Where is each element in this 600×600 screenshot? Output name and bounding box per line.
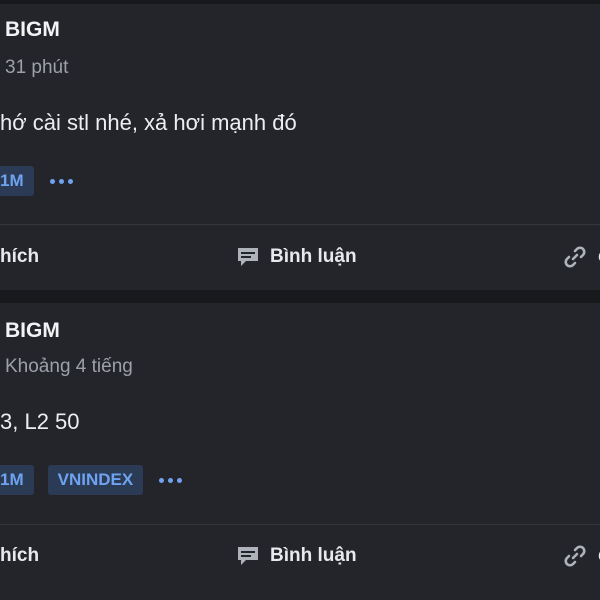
post-time[interactable]: 31 phút xyxy=(5,57,68,79)
author-name[interactable]: BIGM xyxy=(5,18,60,42)
post-time[interactable]: Khoảng 4 tiếng xyxy=(5,356,133,378)
comment-bubble-icon xyxy=(238,547,258,565)
share-button[interactable]: c xyxy=(562,238,600,276)
link-icon xyxy=(564,545,586,567)
comment-label: Bình luận xyxy=(270,246,357,267)
post-feed: BIGM 31 phút hớ cài stl nhé, xả hơi mạnh… xyxy=(0,0,600,600)
more-dots-icon[interactable] xyxy=(157,465,184,495)
like-button[interactable]: hích xyxy=(0,537,39,575)
tag-chip[interactable]: 1M xyxy=(0,166,34,196)
divider xyxy=(0,524,600,525)
tag-chip[interactable]: 1M xyxy=(0,465,34,495)
like-label: hích xyxy=(0,545,40,566)
divider xyxy=(0,224,600,225)
post-card: BIGM 31 phút hớ cài stl nhé, xả hơi mạnh… xyxy=(0,4,600,290)
author-name[interactable]: BIGM xyxy=(5,319,60,343)
comment-bubble-icon xyxy=(238,248,258,266)
more-dots-icon[interactable] xyxy=(48,166,75,196)
tag-chip[interactable]: VNINDEX xyxy=(47,465,144,495)
tag-list: 1M VNINDEX xyxy=(0,465,184,495)
like-label: hích xyxy=(0,246,40,267)
post-content: 3, L2 50 xyxy=(0,409,80,434)
tag-list: 1M xyxy=(0,166,75,196)
action-bar: hích Bình luận c xyxy=(0,537,600,575)
post-card: BIGM Khoảng 4 tiếng 3, L2 50 1M VNINDEX … xyxy=(0,303,600,600)
post-content: hớ cài stl nhé, xả hơi mạnh đó xyxy=(0,110,297,135)
comment-button[interactable]: Bình luận xyxy=(236,537,357,575)
action-bar: hích Bình luận c xyxy=(0,238,600,276)
like-button[interactable]: hích xyxy=(0,238,39,276)
share-button[interactable]: c xyxy=(562,537,600,575)
comment-button[interactable]: Bình luận xyxy=(236,238,357,276)
link-icon xyxy=(564,246,586,268)
comment-label: Bình luận xyxy=(270,545,357,566)
